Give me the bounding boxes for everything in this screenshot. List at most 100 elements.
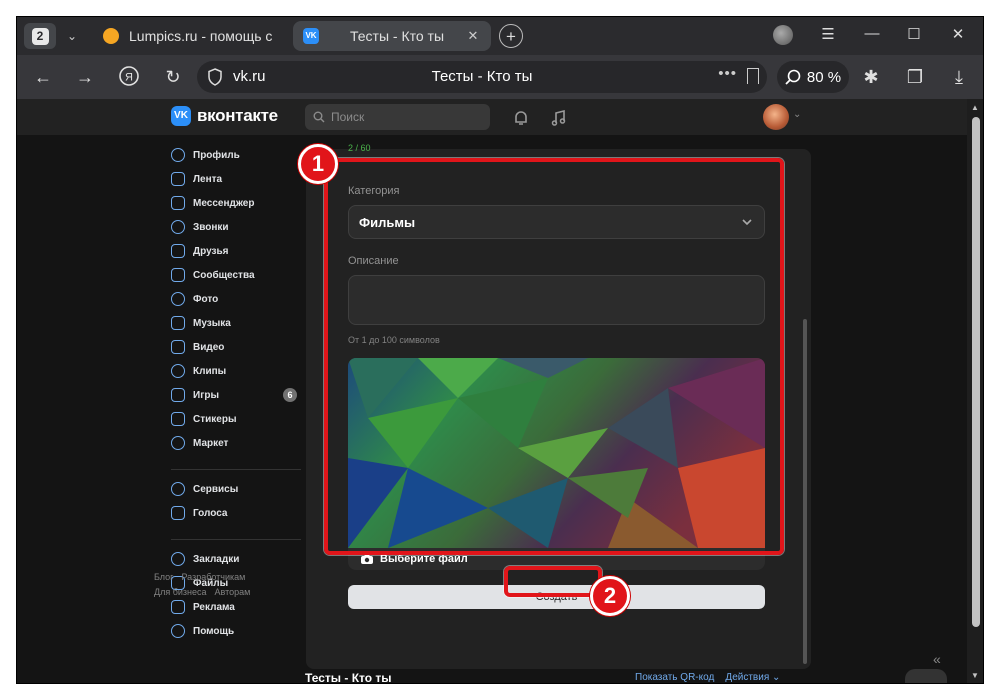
sidebar-item[interactable]: Закладки (171, 547, 301, 571)
sidebar-item-label: Маркет (193, 437, 229, 449)
communities-icon (171, 268, 185, 282)
bookmarks-icon (171, 552, 185, 566)
zoom-button[interactable]: 80 % (777, 61, 849, 93)
sidebar-item-label: Закладки (193, 553, 240, 565)
chevron-down-icon[interactable]: ⌄ (793, 109, 801, 120)
sidebar-item[interactable]: Музыка (171, 311, 301, 335)
collapse-sidebar-icon[interactable]: « (933, 651, 941, 667)
footer-link[interactable]: Для бизнеса (154, 587, 207, 597)
clips-icon (171, 364, 185, 378)
highlight-box-1 (324, 158, 784, 555)
tab-counter-button[interactable]: 2 (24, 23, 56, 49)
collections-icon[interactable]: ❐ (903, 65, 927, 89)
minimize-icon[interactable]: — (861, 25, 883, 42)
maximize-icon[interactable]: ☐ (903, 25, 925, 43)
address-page-title: Тесты - Кто ты (431, 68, 533, 85)
sidebar-item[interactable]: Профиль (171, 143, 301, 167)
sidebar-item-label: Сообщества (193, 269, 255, 281)
avatar[interactable] (763, 104, 789, 130)
step-badge-1: 1 (298, 144, 338, 184)
more-icon[interactable]: ••• (718, 65, 737, 82)
chevron-down-icon[interactable]: ⌄ (59, 23, 85, 49)
sidebar-item-label: Лента (193, 173, 223, 185)
menu-icon[interactable]: ☰ (817, 25, 839, 43)
services-icon (171, 482, 185, 496)
vk-favicon-icon: VK (303, 28, 319, 44)
sidebar-item-label: Профиль (193, 149, 240, 161)
nav-divider (171, 525, 301, 540)
step-badge-2: 2 (590, 576, 630, 616)
close-icon[interactable]: ✕ (465, 28, 481, 44)
sidebar-item-label: Фото (193, 293, 219, 305)
tab-count: 2 (31, 27, 49, 45)
window-close-icon[interactable]: ✕ (947, 25, 969, 43)
footer-link[interactable]: Авторам (215, 587, 251, 597)
music-note-icon[interactable] (549, 108, 569, 128)
search-input[interactable]: Поиск (305, 104, 490, 130)
qr-code-link[interactable]: Показать QR-код (635, 672, 714, 683)
vk-logo-icon: VK (171, 106, 191, 126)
browser-profile-icon[interactable] (773, 25, 793, 45)
sidebar-item[interactable]: Помощь (171, 619, 301, 643)
search-icon (313, 111, 325, 123)
yandex-icon[interactable]: Я (117, 65, 141, 89)
bookmark-icon[interactable] (747, 68, 759, 84)
extensions-icon[interactable]: ✱ (859, 65, 883, 89)
sidebar-item-label: Сервисы (193, 483, 239, 495)
new-tab-button[interactable]: + (499, 24, 523, 48)
sidebar-item[interactable]: Сервисы (171, 477, 301, 501)
feed-icon (171, 172, 185, 186)
scrollbar-thumb[interactable] (972, 117, 980, 627)
help-icon (171, 624, 185, 638)
downloads-icon[interactable]: ⤓ (947, 65, 971, 89)
sidebar-item[interactable]: Сообщества (171, 263, 301, 287)
vk-logo[interactable]: VK вконтакте (171, 106, 278, 126)
notifications-bell-icon[interactable] (511, 108, 531, 128)
calls-icon (171, 220, 185, 234)
notification-badge: 6 (283, 388, 297, 402)
sidebar-item[interactable]: Маркет (171, 431, 301, 455)
sidebar-item[interactable]: Стикеры (171, 407, 301, 431)
scroll-down-icon[interactable]: ▼ (971, 671, 979, 680)
chat-button[interactable] (905, 669, 947, 683)
market-icon (171, 436, 185, 450)
sidebar-item-label: Стикеры (193, 413, 237, 425)
sidebar-item-label: Игры (193, 389, 220, 401)
scroll-up-icon[interactable]: ▲ (971, 103, 979, 112)
sidebar-item[interactable]: Клипы (171, 359, 301, 383)
page-scrollbar[interactable]: ▲ ▼ (967, 99, 983, 683)
address-bar[interactable]: vk.ru Тесты - Кто ты ••• (197, 61, 767, 93)
nav-footer: Блог Разработчикам Для бизнеса Авторам (154, 570, 258, 600)
tab-title: Тесты - Кто ты (349, 28, 445, 44)
vk-header: VK вконтакте Поиск ⌄ (17, 99, 967, 135)
sidebar-item[interactable]: Звонки (171, 215, 301, 239)
search-placeholder: Поиск (331, 110, 365, 124)
tab-vk-test[interactable]: VK Тесты - Кто ты ✕ (293, 21, 491, 51)
sidebar-item-label: Помощь (193, 625, 235, 637)
sidebar-item-label: Звонки (193, 221, 229, 233)
sidebar-item-label: Мессенджер (193, 197, 255, 209)
reload-icon[interactable]: ↻ (161, 65, 185, 89)
zoom-icon (785, 69, 801, 85)
footer-link[interactable]: Блог (154, 572, 173, 582)
back-icon[interactable]: ← (31, 65, 55, 89)
sidebar-item[interactable]: Голоса (171, 501, 301, 525)
sidebar-item[interactable]: Фото (171, 287, 301, 311)
card-scrollbar[interactable] (803, 319, 807, 664)
sidebar-item[interactable]: Лента (171, 167, 301, 191)
sidebar-item[interactable]: Игры 6 (171, 383, 301, 407)
photo-icon (171, 292, 185, 306)
footer-link[interactable]: Разработчикам (181, 572, 245, 582)
tab-lumpics[interactable]: Lumpics.ru - помощь с ком (93, 21, 287, 51)
sidebar-item-label: Музыка (193, 317, 231, 329)
sidebar-item[interactable]: Видео (171, 335, 301, 359)
stickers-icon (171, 412, 185, 426)
forward-icon[interactable]: → (73, 65, 97, 89)
app-actions: Показать QR-код Действия ⌄ (635, 672, 780, 683)
chevron-down-icon: ⌄ (772, 672, 781, 683)
sidebar-item[interactable]: Мессенджер (171, 191, 301, 215)
sidebar-item-label: Реклама (193, 601, 235, 613)
sidebar-item[interactable]: Друзья (171, 239, 301, 263)
actions-link[interactable]: Действия (725, 672, 769, 683)
vk-logo-text: вконтакте (197, 106, 278, 125)
